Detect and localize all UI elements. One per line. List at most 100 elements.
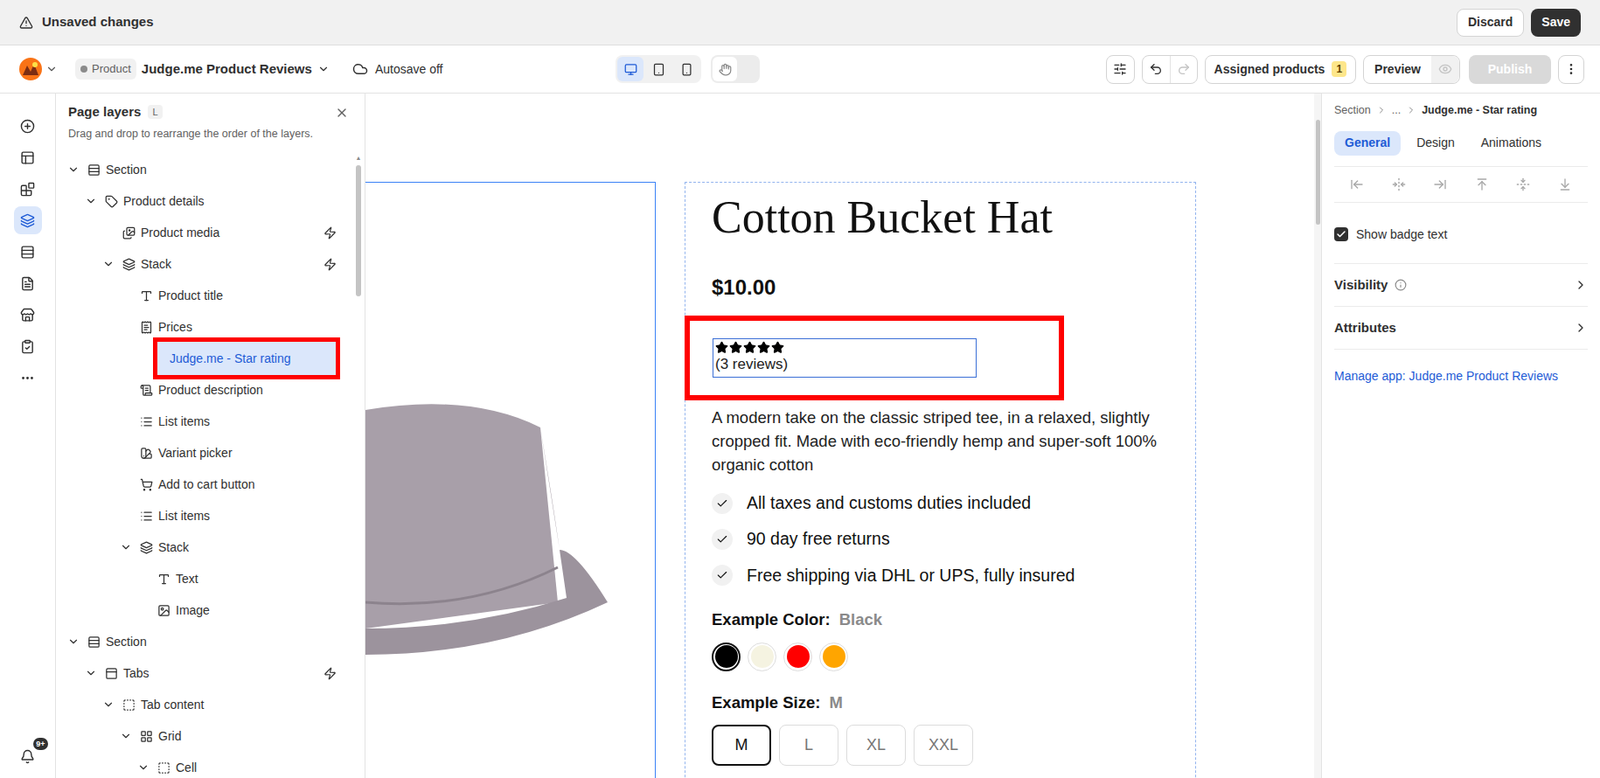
chevron-down-icon[interactable] bbox=[84, 667, 98, 680]
rail-button[interactable] bbox=[13, 363, 42, 392]
hand-icon bbox=[718, 62, 732, 77]
layer-row[interactable]: Variant picker bbox=[55, 437, 356, 469]
chevron-down-icon[interactable] bbox=[102, 698, 115, 711]
star-rating[interactable]: (3 reviews) bbox=[712, 338, 977, 378]
account-menu[interactable] bbox=[19, 57, 58, 81]
breadcrumb-item[interactable]: Judge.me - Star rating bbox=[1421, 102, 1538, 119]
rail-button[interactable] bbox=[13, 174, 42, 203]
layer-row[interactable]: Section bbox=[55, 626, 356, 658]
size-option[interactable]: L bbox=[779, 724, 839, 766]
color-swatch[interactable] bbox=[819, 642, 849, 672]
logo-icon bbox=[19, 57, 42, 81]
canvas-scrollbar[interactable] bbox=[1314, 93, 1322, 778]
rail-button[interactable] bbox=[13, 332, 42, 361]
layer-row[interactable]: Text bbox=[55, 563, 356, 595]
close-icon bbox=[334, 105, 349, 120]
undo-button[interactable] bbox=[1142, 55, 1170, 84]
rail-button[interactable] bbox=[13, 111, 42, 140]
close-button[interactable] bbox=[334, 105, 349, 120]
layer-row[interactable]: List items bbox=[55, 500, 356, 532]
layer-label: Product title bbox=[158, 286, 337, 306]
collapsible-section[interactable]: Attributes bbox=[1334, 306, 1588, 350]
chevron-down-icon bbox=[317, 62, 330, 76]
layer-row[interactable]: Tab content bbox=[55, 688, 356, 721]
assigned-products-button[interactable]: Assigned products1 bbox=[1204, 55, 1357, 84]
layer-row[interactable]: Product details bbox=[55, 185, 356, 217]
align-button[interactable] bbox=[1433, 177, 1447, 192]
breadcrumb-item[interactable]: ... bbox=[1391, 102, 1401, 119]
publish-button[interactable]: Publish bbox=[1468, 55, 1552, 84]
layer-row[interactable]: Section bbox=[55, 153, 356, 186]
check-icon bbox=[716, 569, 729, 582]
rail-button[interactable] bbox=[13, 300, 42, 329]
add-icon bbox=[20, 118, 35, 134]
align-button[interactable] bbox=[1349, 177, 1364, 192]
redo-button[interactable] bbox=[1169, 55, 1197, 84]
size-option[interactable]: XXL bbox=[913, 724, 974, 766]
settings-button[interactable] bbox=[1106, 55, 1135, 84]
layer-row[interactable]: Tabs bbox=[55, 657, 356, 689]
product-price[interactable]: $10.00 bbox=[711, 271, 1178, 304]
inspector-tab[interactable]: Design bbox=[1405, 131, 1466, 156]
device-button[interactable] bbox=[645, 56, 672, 82]
scrollbar[interactable]: ▲ bbox=[355, 153, 365, 778]
more-button[interactable] bbox=[1558, 55, 1585, 84]
layer-row[interactable]: Judge.me - Star rating bbox=[55, 342, 356, 375]
breadcrumb-item[interactable]: Section bbox=[1334, 102, 1371, 119]
align-button[interactable] bbox=[1391, 177, 1406, 192]
layer-row[interactable]: List items bbox=[55, 405, 356, 438]
warning-icon bbox=[19, 15, 34, 30]
size-option[interactable]: XL bbox=[846, 724, 906, 766]
device-button[interactable] bbox=[673, 56, 700, 82]
rail-button[interactable] bbox=[13, 143, 42, 172]
layer-label: Stack bbox=[158, 538, 337, 557]
inspector-tab[interactable]: Animations bbox=[1470, 131, 1552, 156]
canvas: Cotton Bucket Hat $10.00 (3 reviews) A mode… bbox=[365, 93, 1322, 778]
align-button[interactable] bbox=[1558, 177, 1573, 192]
manage-app-link[interactable]: Manage app: Judge.me Product Reviews bbox=[1334, 367, 1588, 386]
product-icon bbox=[104, 194, 119, 209]
show-badge-checkbox[interactable]: Show badge text bbox=[1334, 225, 1588, 265]
chevron-down-icon[interactable] bbox=[119, 541, 133, 554]
chevron-down-icon[interactable] bbox=[137, 761, 150, 774]
rail-button[interactable] bbox=[13, 237, 42, 266]
autosave-toggle[interactable]: Autosave off bbox=[352, 60, 444, 79]
chevron-down-icon[interactable] bbox=[84, 194, 98, 208]
color-swatch[interactable] bbox=[783, 642, 813, 672]
rail-button[interactable] bbox=[13, 206, 42, 235]
layer-row[interactable]: Product media bbox=[55, 216, 356, 249]
size-option[interactable]: M bbox=[711, 724, 772, 766]
layer-row[interactable]: Product title bbox=[55, 279, 356, 312]
layer-row[interactable]: Cell bbox=[55, 751, 356, 778]
chevron-down-icon[interactable] bbox=[119, 730, 133, 743]
discard-button[interactable]: Discard bbox=[1456, 8, 1524, 37]
layer-row[interactable]: Grid bbox=[55, 720, 356, 752]
preview-eye-button[interactable] bbox=[1431, 55, 1460, 84]
product-title[interactable]: Cotton Bucket Hat bbox=[711, 189, 1178, 246]
save-button[interactable]: Save bbox=[1530, 8, 1581, 37]
color-swatch[interactable] bbox=[711, 642, 741, 672]
star-icon bbox=[715, 340, 729, 355]
layer-row[interactable]: Stack bbox=[55, 531, 356, 564]
layer-row[interactable]: Add to cart button bbox=[55, 468, 356, 501]
collapsible-section[interactable]: Visibility bbox=[1334, 264, 1588, 307]
product-description[interactable]: A modern take on the classic striped tee… bbox=[711, 405, 1178, 477]
align-left-icon bbox=[1349, 177, 1364, 192]
page-selector[interactable]: ProductJudge.me Product Reviews bbox=[75, 58, 330, 80]
hand-tool-button[interactable] bbox=[712, 56, 738, 82]
notifications-button[interactable]: 9+ bbox=[14, 743, 42, 770]
inspector-tab[interactable]: General bbox=[1334, 131, 1401, 156]
rail-button[interactable] bbox=[13, 269, 42, 298]
layer-label: Text bbox=[175, 570, 337, 589]
device-button[interactable] bbox=[617, 56, 644, 82]
product-media[interactable] bbox=[365, 181, 656, 778]
align-button[interactable] bbox=[1474, 177, 1489, 192]
chevron-down-icon[interactable] bbox=[67, 163, 80, 176]
color-swatch[interactable] bbox=[747, 642, 777, 672]
align-button[interactable] bbox=[1516, 177, 1531, 192]
layer-row[interactable]: Image bbox=[55, 594, 356, 627]
chevron-down-icon[interactable] bbox=[67, 635, 80, 648]
layer-row[interactable]: Stack bbox=[55, 248, 356, 280]
chevron-down-icon[interactable] bbox=[102, 257, 115, 271]
preview-button[interactable]: Preview bbox=[1363, 55, 1432, 84]
